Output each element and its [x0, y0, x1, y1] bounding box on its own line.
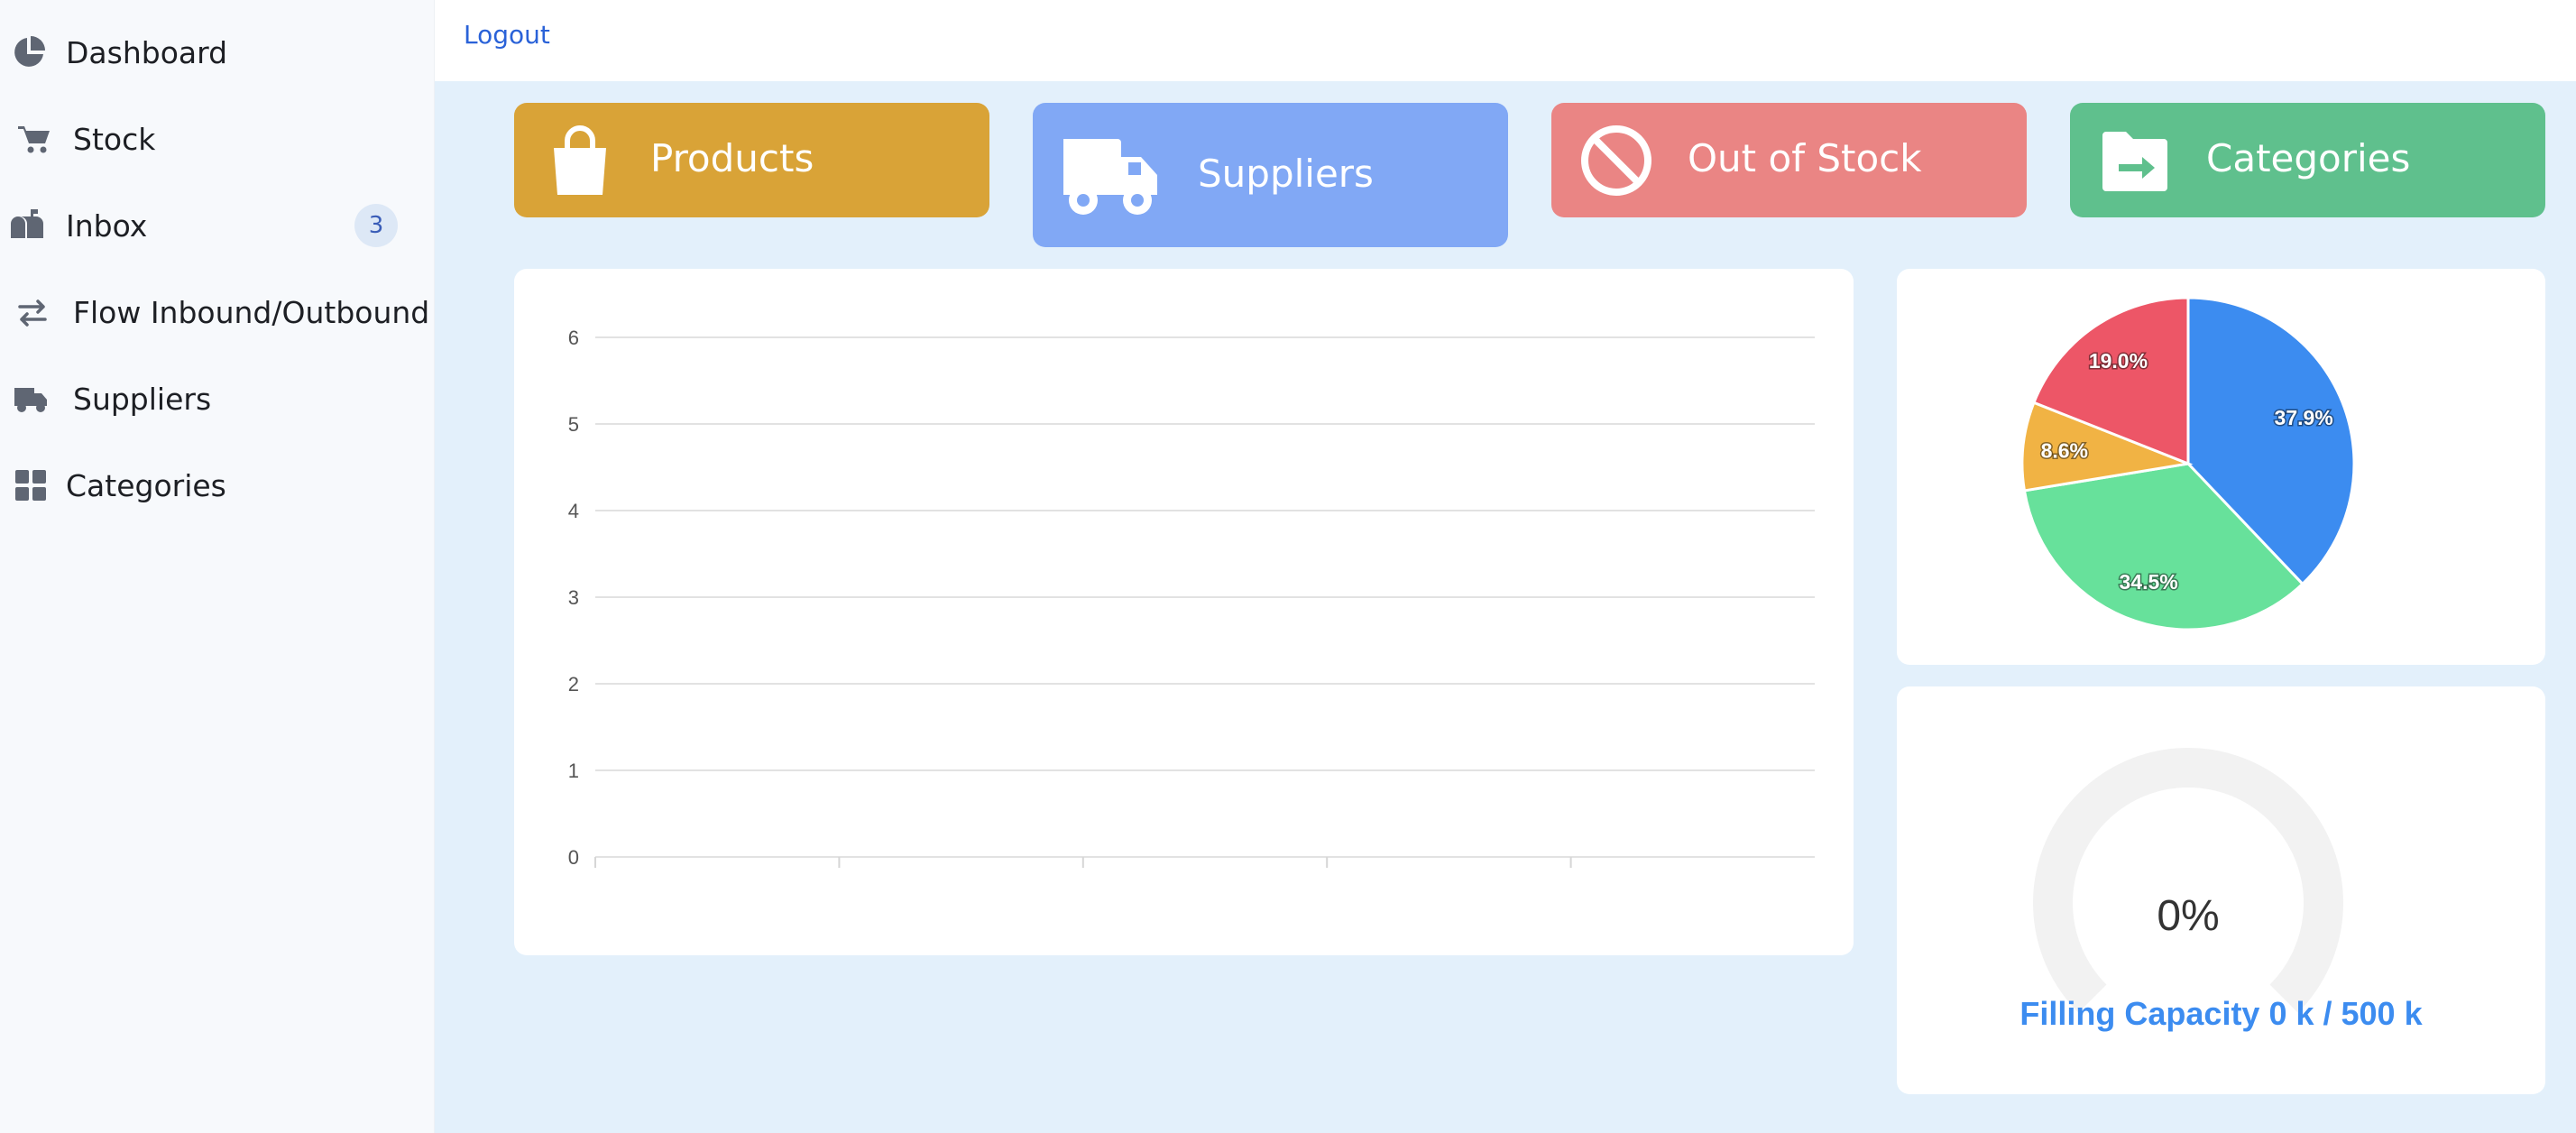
sidebar: Dashboard Stock Inbox 3 Flow Inbound/Out…	[0, 0, 435, 1133]
truck-icon	[11, 379, 51, 419]
pie-slice-label: 8.6%	[2041, 438, 2088, 462]
pie-slice-label: 37.9%	[2275, 406, 2333, 429]
pie-chart-icon	[9, 32, 49, 72]
cart-icon	[14, 119, 54, 159]
sidebar-item-label: Dashboard	[66, 34, 228, 70]
sidebar-item-label: Flow Inbound/Outbound	[73, 294, 430, 330]
pie-chart-panel: 37.9% 34.5% 8.6% 19.0%	[1897, 269, 2545, 665]
y-tick-label: 3	[568, 586, 579, 609]
truck-icon	[1062, 134, 1159, 216]
card-label: Suppliers	[1198, 152, 1374, 196]
card-label: Products	[650, 136, 814, 180]
sidebar-item-label: Inbox	[66, 207, 148, 244]
inbox-count-badge: 3	[354, 204, 398, 247]
gauge-panel: 0% Filling Capacity 0 k / 500 k	[1897, 686, 2545, 1094]
exchange-arrows-icon	[13, 292, 52, 332]
pie-slice-label: 34.5%	[2120, 570, 2178, 594]
bar-chart: 0 1 2 3 4 5 6	[568, 327, 1815, 869]
capacity-gauge: 0%	[2033, 748, 2343, 1013]
folder-arrow-icon	[2101, 128, 2169, 193]
y-tick-label: 4	[568, 500, 579, 522]
pie-slice-label: 19.0%	[2089, 349, 2148, 373]
card-label: Categories	[2206, 136, 2411, 180]
gauge-track	[2033, 748, 2343, 1013]
y-tick-label: 5	[568, 413, 579, 436]
gauge-caption: Filling Capacity 0 k / 500 k	[2019, 995, 2423, 1032]
y-tick-label: 6	[568, 327, 579, 349]
card-out-of-stock[interactable]: Out of Stock	[1551, 103, 2027, 217]
mailbox-icon	[5, 206, 45, 245]
card-label: Out of Stock	[1688, 136, 1922, 180]
card-suppliers[interactable]: Suppliers	[1033, 103, 1508, 247]
card-products[interactable]: Products	[514, 103, 989, 217]
grid-icon	[11, 465, 51, 505]
sidebar-item-label: Suppliers	[73, 381, 212, 417]
sidebar-item-label: Stock	[73, 121, 156, 157]
y-tick-label: 0	[568, 846, 579, 869]
sidebar-item-flow[interactable]: Flow Inbound/Outbound	[0, 269, 435, 355]
shopping-bag-icon	[548, 124, 612, 197]
y-tick-label: 1	[568, 760, 579, 782]
sidebar-item-dashboard[interactable]: Dashboard	[0, 9, 435, 96]
y-tick-label: 2	[568, 673, 579, 695]
card-categories[interactable]: Categories	[2070, 103, 2545, 217]
sidebar-item-stock[interactable]: Stock	[0, 96, 435, 182]
top-bar: Logout	[435, 0, 2576, 81]
sidebar-item-label: Categories	[66, 467, 226, 503]
sidebar-item-inbox[interactable]: Inbox 3	[0, 182, 435, 269]
pie-chart: 37.9% 34.5% 8.6% 19.0%	[2020, 296, 2356, 631]
sidebar-item-suppliers[interactable]: Suppliers	[0, 355, 435, 442]
ban-icon	[1578, 123, 1654, 198]
sidebar-item-categories[interactable]: Categories	[0, 442, 435, 529]
bar-chart-panel: 0 1 2 3 4 5 6	[514, 269, 1854, 955]
gauge-value: 0%	[2157, 892, 2219, 940]
logout-link[interactable]: Logout	[464, 20, 550, 50]
